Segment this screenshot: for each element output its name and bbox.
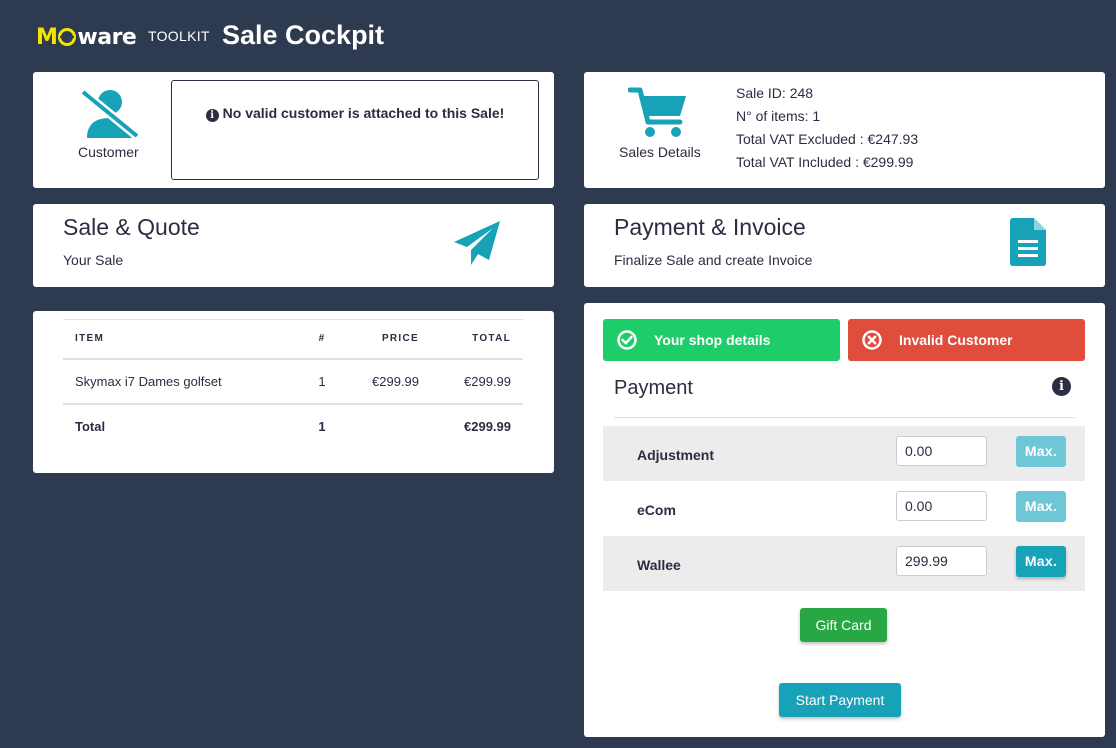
sale-items-card: ITEM # PRICE TOTAL Skymax i7 Dames golfs… [33,311,554,473]
sales-details-card: Sales Details Sale ID: 248 N° of items: … [584,72,1105,188]
adjustment-amount-input[interactable] [896,436,987,466]
sale-id: Sale ID: 248 [736,85,814,101]
info-icon[interactable]: i [1052,377,1071,396]
column-header-item: ITEM [75,333,105,344]
payment-invoice-card[interactable]: Payment & Invoice Finalize Sale and crea… [584,204,1105,287]
shop-details-button[interactable]: Your shop details [603,319,840,361]
start-payment-button[interactable]: Start Payment [779,683,901,717]
sale-quote-title: Sale & Quote [63,214,200,240]
item-name: Skymax i7 Dames golfset [75,374,222,389]
divider [614,417,1075,418]
ecom-amount-input[interactable] [896,491,987,521]
item-price: €299.99 [372,374,419,389]
wallee-max-button[interactable]: Max. [1016,546,1066,577]
customer-label: Customer [78,144,139,160]
sales-summary: Sale ID: 248 N° of items: 1 Total VAT Ex… [736,82,918,174]
sale-quote-subtitle: Your Sale [63,252,124,268]
x-circle-icon [862,330,882,350]
payment-invoice-subtitle: Finalize Sale and create Invoice [614,252,813,268]
total-vat-excluded: Total VAT Excluded : €247.93 [736,131,919,147]
table-header-row: ITEM # PRICE TOTAL [63,319,523,360]
grand-total: €299.99 [464,419,511,434]
column-header-total: TOTAL [472,333,511,344]
items-count: N° of items: 1 [736,108,821,124]
payment-method-label: eCom [637,502,676,518]
table-footer-row: Total 1 €299.99 [63,405,523,449]
user-slash-icon[interactable] [79,88,141,140]
info-icon: i [205,109,219,122]
check-circle-icon [617,330,637,350]
sale-items-table: ITEM # PRICE TOTAL Skymax i7 Dames golfs… [63,319,523,449]
payment-invoice-title: Payment & Invoice [614,214,806,240]
total-label: Total [75,419,106,434]
shop-details-label: Your shop details [654,332,771,348]
logo-letter-m: M [36,24,58,50]
column-header-qty: # [318,333,326,344]
table-row[interactable]: Skymax i7 Dames golfset 1 €299.99 €299.9… [63,360,523,405]
payment-row-wallee: Wallee Max. [603,536,1085,591]
ecom-max-button[interactable]: Max. [1016,491,1066,522]
sale-quote-card[interactable]: Sale & Quote Your Sale [33,204,554,287]
payment-title: Payment [614,377,693,399]
total-qty: 1 [318,419,326,434]
payment-method-label: Adjustment [637,447,714,463]
customer-alert: i No valid customer is attached to this S… [171,80,539,180]
sales-details-label: Sales Details [619,144,701,160]
payment-row-adjustment: Adjustment Max. [603,426,1085,481]
invalid-customer-label: Invalid Customer [899,332,1013,348]
invoice-document-icon[interactable] [1010,218,1046,266]
shopping-cart-icon[interactable] [628,86,690,140]
payment-card: Your shop details Invalid Customer Payme… [584,303,1105,737]
customer-alert-text: No valid customer is attached to this Sa… [222,105,505,121]
item-total: €299.99 [464,374,511,389]
mdware-logo[interactable]: Mware [36,20,137,54]
logo-word: ware [77,24,137,50]
logo-o-icon [58,27,77,46]
adjustment-max-button[interactable]: Max. [1016,436,1066,467]
wallee-amount-input[interactable] [896,546,987,576]
customer-card: Customer i No valid customer is attached … [33,72,554,188]
invalid-customer-button[interactable]: Invalid Customer [848,319,1085,361]
paper-plane-icon[interactable] [453,220,501,266]
column-header-price: PRICE [381,333,419,344]
toolkit-label: TOOLKIT [148,28,210,44]
page-title: Sale Cockpit [222,20,385,50]
total-vat-included: Total VAT Included : €299.99 [736,154,914,170]
gift-card-button[interactable]: Gift Card [800,608,887,642]
payment-method-label: Wallee [637,557,681,573]
item-qty: 1 [318,374,326,389]
payment-row-ecom: eCom Max. [603,481,1085,536]
app-header: Mware TOOLKIT Sale Cockpit [0,0,1116,72]
